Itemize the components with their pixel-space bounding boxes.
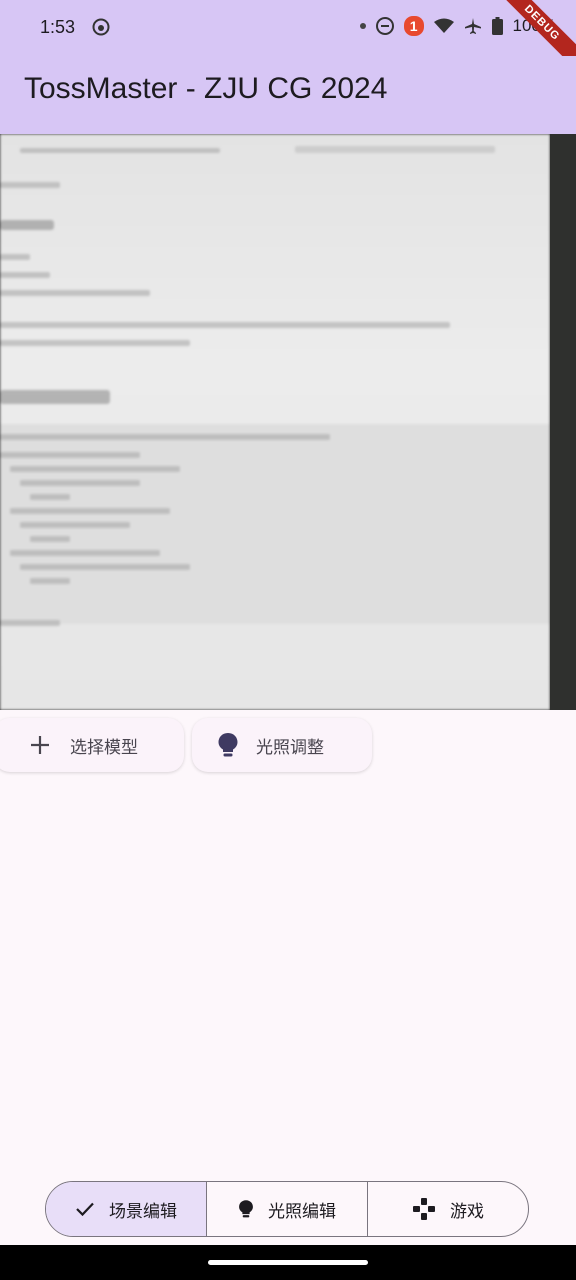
app-notification-icon — [92, 18, 110, 36]
select-model-label: 选择模型 — [70, 737, 138, 758]
mode-segmented-button: 场景编辑 光照编辑 游戏 — [45, 1181, 529, 1237]
gamepad-icon — [413, 1198, 435, 1220]
lightbulb-icon — [239, 1200, 253, 1218]
dot-icon — [359, 23, 366, 29]
lighting-adjust-chip[interactable]: 光照调整 — [192, 718, 372, 772]
check-icon — [76, 1202, 94, 1217]
segment-label: 光照编辑 — [268, 1201, 336, 1222]
app-title: TossMaster - ZJU CG 2024 — [24, 72, 388, 105]
lighting-adjust-label: 光照调整 — [256, 737, 324, 758]
segment-game[interactable]: 游戏 — [368, 1182, 528, 1236]
lightbulb-icon — [216, 733, 240, 757]
status-time: 1:53 — [40, 17, 76, 37]
camera-image — [0, 134, 550, 710]
add-icon — [28, 733, 52, 757]
segment-scene-edit[interactable]: 场景编辑 — [46, 1182, 207, 1236]
app-screen: 1:53 1 100% DEBUG TossMaster - ZJU CG 20… — [0, 0, 576, 1280]
home-gesture-handle[interactable] — [208, 1260, 368, 1265]
segment-label: 场景编辑 — [109, 1201, 177, 1222]
camera-preview[interactable] — [0, 134, 576, 710]
select-model-chip[interactable]: 选择模型 — [0, 718, 184, 772]
battery-icon — [491, 17, 503, 35]
camera-edge — [550, 134, 576, 710]
status-bar: 1:53 1 100% DEBUG — [0, 0, 576, 79]
do-not-disturb-icon — [375, 17, 394, 35]
notification-badge: 1 — [403, 16, 424, 36]
system-nav-bar — [0, 1245, 576, 1280]
airplane-icon — [464, 18, 481, 34]
wifi-icon — [433, 18, 454, 33]
app-bar: TossMaster - ZJU CG 2024 — [0, 56, 576, 134]
segment-label: 游戏 — [450, 1201, 484, 1222]
segment-lighting-edit[interactable]: 光照编辑 — [207, 1182, 368, 1236]
